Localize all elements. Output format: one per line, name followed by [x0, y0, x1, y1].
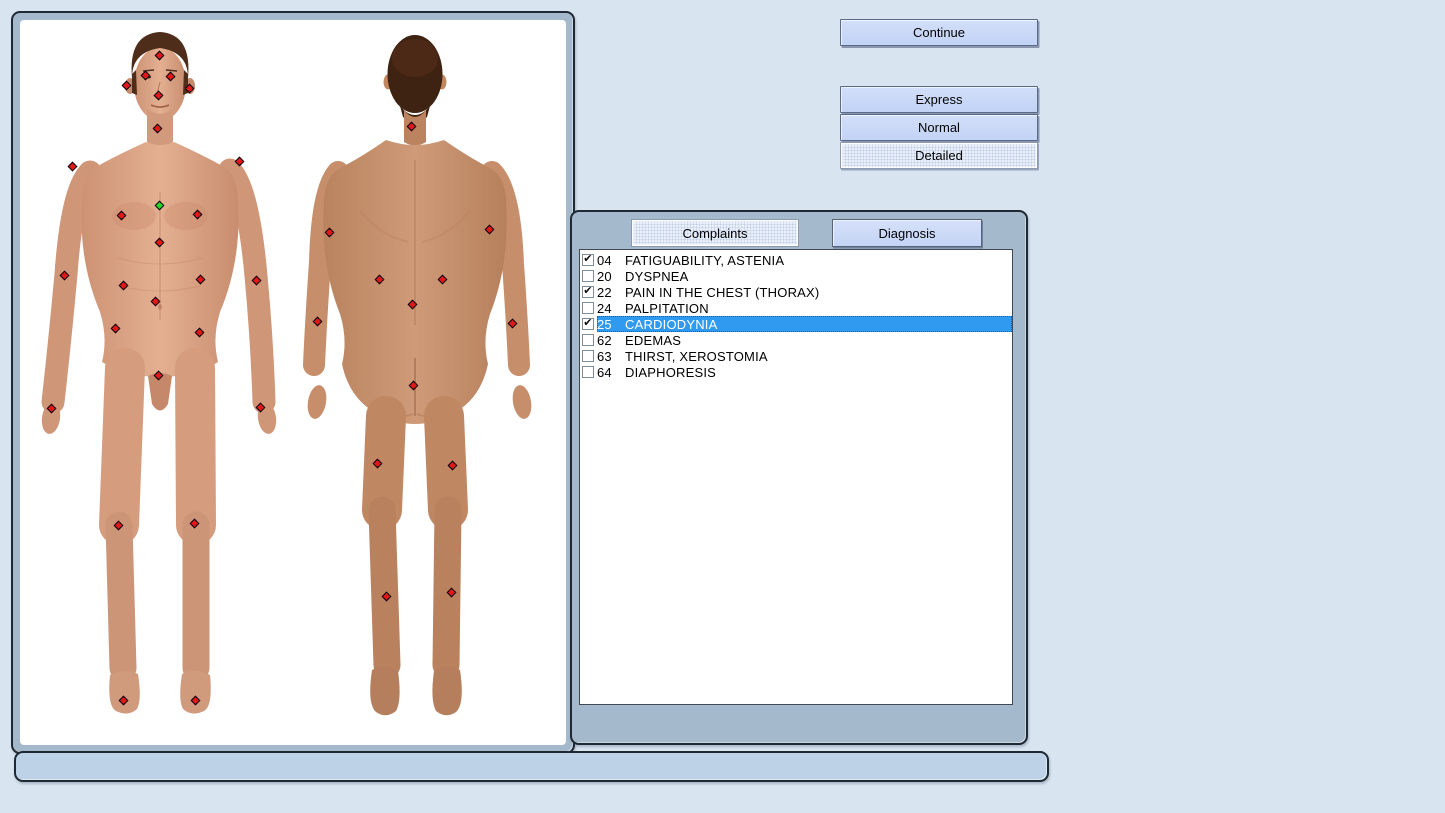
complaint-row[interactable]: ✔25 CARDIODYNIA: [580, 316, 1012, 332]
body-front-back-illustration: [20, 20, 552, 731]
complaint-code: 24: [597, 301, 619, 316]
complaint-label: FATIGUABILITY, ASTENIA: [625, 253, 784, 268]
complaint-code: 64: [597, 365, 619, 380]
complaints-list[interactable]: ✔04FATIGUABILITY, ASTENIA20DYSPNEA✔22PAI…: [579, 249, 1013, 705]
complaints-panel: Complaints Diagnosis ✔04FATIGUABILITY, A…: [570, 210, 1028, 745]
complaint-label: THIRST, XEROSTOMIA: [625, 349, 768, 364]
complaint-row[interactable]: ✔22 PAIN IN THE CHEST (THORAX): [580, 284, 1012, 300]
app-window: Continue Express Normal Detailed Complai…: [0, 0, 1445, 813]
normal-mode-button[interactable]: Normal: [840, 114, 1038, 141]
complaint-row-text[interactable]: 24 PALPITATION: [597, 300, 1012, 316]
complaint-row-text[interactable]: 64 DIAPHORESIS: [597, 364, 1012, 380]
complaint-label: DIAPHORESIS: [625, 365, 716, 380]
complaint-row-text[interactable]: 22 PAIN IN THE CHEST (THORAX): [597, 284, 1012, 300]
complaint-row[interactable]: 20 DYSPNEA: [580, 268, 1012, 284]
continue-button[interactable]: Continue: [840, 19, 1038, 46]
checkbox-unchecked-icon[interactable]: [582, 302, 594, 314]
detailed-mode-button[interactable]: Detailed: [840, 142, 1038, 169]
tab-diagnosis[interactable]: Diagnosis: [832, 219, 982, 247]
checkbox-checked-icon[interactable]: ✔: [582, 318, 594, 330]
complaint-label: DYSPNEA: [625, 269, 689, 284]
checkbox-unchecked-icon[interactable]: [582, 334, 594, 346]
complaint-row[interactable]: 64 DIAPHORESIS: [580, 364, 1012, 380]
checkbox-unchecked-icon[interactable]: [582, 366, 594, 378]
back-figure: [305, 35, 534, 715]
status-bar: [14, 751, 1049, 782]
complaint-code: 20: [597, 269, 619, 284]
complaint-label: PAIN IN THE CHEST (THORAX): [625, 285, 819, 300]
complaint-row-text[interactable]: 62 EDEMAS: [597, 332, 1012, 348]
complaint-code: 04: [597, 253, 619, 268]
complaint-code: 22: [597, 285, 619, 300]
complaint-row[interactable]: 24 PALPITATION: [580, 300, 1012, 316]
checkbox-checked-icon[interactable]: ✔: [582, 254, 594, 266]
complaint-code: 62: [597, 333, 619, 348]
complaint-code: 25: [597, 317, 619, 332]
complaint-row-text[interactable]: 25 CARDIODYNIA: [597, 316, 1012, 332]
complaint-label: EDEMAS: [625, 333, 681, 348]
complaint-label: PALPITATION: [625, 301, 709, 316]
checkbox-unchecked-icon[interactable]: [582, 270, 594, 282]
complaint-row[interactable]: ✔04 FATIGUABILITY, ASTENIA: [580, 252, 1012, 268]
checkbox-unchecked-icon[interactable]: [582, 350, 594, 362]
tab-complaints[interactable]: Complaints: [631, 219, 799, 247]
checkbox-checked-icon[interactable]: ✔: [582, 286, 594, 298]
complaint-row-text[interactable]: 04 FATIGUABILITY, ASTENIA: [597, 252, 1012, 268]
complaint-row-text[interactable]: 63 THIRST, XEROSTOMIA: [597, 348, 1012, 364]
complaint-row[interactable]: 63 THIRST, XEROSTOMIA: [580, 348, 1012, 364]
body-map-panel: [11, 11, 575, 754]
complaint-code: 63: [597, 349, 619, 364]
body-map-canvas: [20, 20, 566, 745]
complaint-row[interactable]: 62 EDEMAS: [580, 332, 1012, 348]
express-mode-button[interactable]: Express: [840, 86, 1038, 113]
complaint-label: CARDIODYNIA: [625, 317, 718, 332]
complaint-row-text[interactable]: 20 DYSPNEA: [597, 268, 1012, 284]
